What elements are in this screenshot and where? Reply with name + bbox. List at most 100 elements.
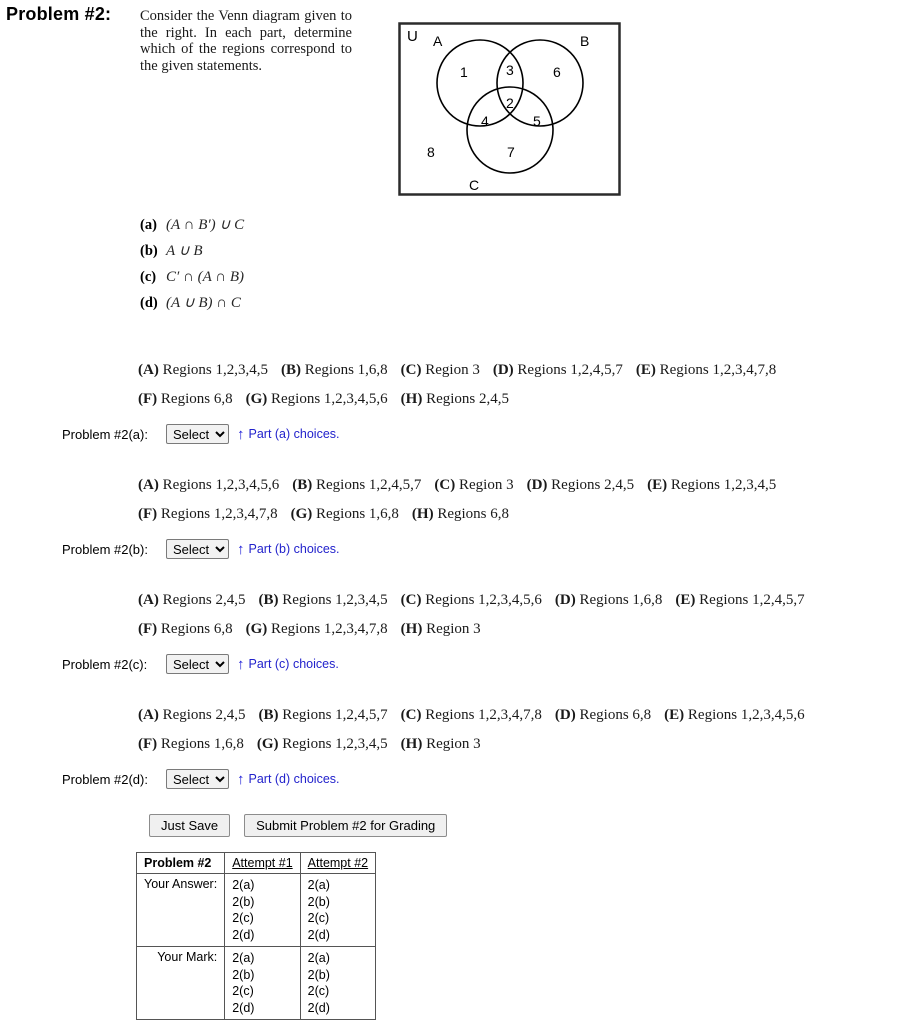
choice-text: Regions 2,4,5 bbox=[547, 477, 635, 493]
part-tag-d: (d) bbox=[140, 295, 158, 311]
choice-text: Regions 1,2,3,4,5,6 bbox=[684, 707, 805, 723]
choice-letter: (E) bbox=[664, 707, 685, 723]
up-arrow-icon: ↑ bbox=[237, 655, 245, 673]
choice-text: Regions 1,6,8 bbox=[575, 592, 663, 608]
choice-text: Regions 6,8 bbox=[433, 506, 510, 522]
answer-label-d: Problem #2(d): bbox=[62, 771, 148, 787]
choice-text: Regions 6,8 bbox=[157, 621, 233, 637]
choice-b-b: (B) Regions 1,2,4,5,7 bbox=[292, 477, 421, 493]
choice-text: Regions 1,2,3,4,7,8 bbox=[267, 621, 388, 637]
choice-text: Regions 2,4,5 bbox=[158, 707, 246, 723]
choice-b-c: (C) Region 3 bbox=[434, 477, 513, 493]
choice-text: Regions 1,2,3,4,5 bbox=[667, 477, 777, 493]
venn-set-c-label: C bbox=[469, 177, 480, 193]
choice-b-h: (H) Regions 6,8 bbox=[412, 506, 509, 522]
choice-text: Regions 1,2,3,4,5,6 bbox=[158, 477, 280, 493]
choice-d-d: (D) Regions 6,8 bbox=[555, 707, 651, 723]
choice-text: Regions 1,2,4,5,7 bbox=[513, 362, 623, 378]
choice-a-g: (G) Regions 1,2,3,4,5,6 bbox=[246, 391, 388, 407]
your-answer-attempt2-cell: 2(a) 2(b) 2(c) 2(d) bbox=[299, 873, 377, 947]
results-table-col-attempt2: Attempt #2 bbox=[299, 852, 377, 874]
answer-attempt2-item-2: 2(b) bbox=[307, 894, 330, 909]
part-choices-note-d: Part (d) choices. bbox=[248, 772, 340, 786]
part-expression-d: (A ∪ B) ∩ C bbox=[166, 295, 241, 311]
answer-attempt1-item-1: 2(a) bbox=[232, 878, 255, 892]
choice-text: Regions 1,2,3,4,5,6 bbox=[267, 391, 388, 407]
choice-letter: (B) bbox=[281, 362, 301, 378]
choice-d-a: (A) Regions 2,4,5 bbox=[138, 707, 246, 723]
choice-c-h: (H) Region 3 bbox=[401, 621, 481, 637]
choice-letter: (F) bbox=[138, 621, 158, 637]
answer-select-b[interactable]: SelectABCDEFGH bbox=[166, 539, 229, 559]
mark-attempt1-item-1: 2(a) bbox=[232, 951, 255, 965]
answer-attempt2-item-3: 2(c) bbox=[307, 911, 330, 925]
up-arrow-icon: ↑ bbox=[237, 770, 245, 788]
choice-text: Region 3 bbox=[455, 477, 514, 493]
choice-text: Regions 1,2,3,4,7,8 bbox=[157, 506, 278, 522]
answer-label-a: Problem #2(a): bbox=[62, 426, 148, 442]
choice-text: Region 3 bbox=[421, 362, 480, 378]
choice-letter: (D) bbox=[492, 362, 514, 378]
button-bar: Just Save Submit Problem #2 for Grading bbox=[149, 814, 448, 837]
venn-region-1: 1 bbox=[460, 64, 468, 80]
venn-universe-label: U bbox=[407, 28, 418, 45]
venn-region-6: 6 bbox=[553, 64, 561, 80]
choice-text: Regions 1,6,8 bbox=[157, 736, 244, 752]
venn-region-5: 5 bbox=[533, 113, 541, 129]
choice-b-f: (F) Regions 1,2,3,4,7,8 bbox=[138, 506, 278, 522]
choice-text: Region 3 bbox=[422, 736, 481, 752]
answer-label-c: Problem #2(c): bbox=[62, 656, 148, 672]
venn-set-b-label: B bbox=[580, 33, 590, 49]
choice-line-a-1: (A) Regions 1,2,3,4,5 (B) Regions 1,6,8 (C… bbox=[138, 356, 898, 385]
choice-a-d: (D) Regions 1,2,4,5,7 bbox=[493, 362, 623, 378]
choice-c-b: (B) Regions 1,2,3,4,5 bbox=[259, 592, 388, 608]
answer-select-c[interactable]: SelectABCDEFGH bbox=[166, 654, 229, 674]
choice-text: Regions 6,8 bbox=[575, 707, 652, 723]
choice-letter: (E) bbox=[635, 362, 656, 378]
choice-text: Regions 1,2,3,4,5 bbox=[278, 592, 388, 608]
choice-letter: (C) bbox=[400, 592, 422, 608]
venn-diagram: U A B C 1 2 3 4 5 6 7 8 bbox=[398, 22, 621, 196]
answer-row-a: Problem #2(a): SelectABCDEFGH ↑Part (a) ch… bbox=[62, 423, 340, 445]
choice-text: Regions 2,4,5 bbox=[158, 592, 246, 608]
attempt-2-header: Attempt #2 bbox=[307, 856, 369, 870]
choice-letter: (D) bbox=[554, 592, 576, 608]
choice-text: Regions 1,6,8 bbox=[301, 362, 388, 378]
choice-letter: (G) bbox=[245, 621, 268, 637]
attempt-1-header: Attempt #1 bbox=[232, 856, 293, 870]
choice-letter: (B) bbox=[292, 477, 313, 493]
venn-region-3: 3 bbox=[506, 62, 514, 78]
choice-letter: (D) bbox=[526, 477, 548, 493]
your-mark-attempt1-cell: 2(a) 2(b) 2(c) 2(d) bbox=[224, 946, 301, 1020]
choice-d-g: (G) Regions 1,2,3,4,5 bbox=[257, 736, 388, 752]
submit-for-grading-button[interactable]: Submit Problem #2 for Grading bbox=[244, 814, 448, 837]
mark-attempt1-item-2: 2(b) bbox=[232, 967, 255, 982]
choice-letter: (F) bbox=[138, 506, 158, 522]
choice-b-d: (D) Regions 2,4,5 bbox=[527, 477, 635, 493]
answer-row-b: Problem #2(b): SelectABCDEFGH ↑Part (b) ch… bbox=[62, 538, 340, 560]
choice-text: Regions 1,2,3,4,7,8 bbox=[421, 707, 542, 723]
just-save-button[interactable]: Just Save bbox=[149, 814, 231, 837]
choice-block-b: (A) Regions 1,2,3,4,5,6 (B) Regions 1,2,4… bbox=[138, 471, 898, 529]
choice-d-c: (C) Regions 1,2,3,4,7,8 bbox=[401, 707, 542, 723]
answer-attempt2-item-1: 2(a) bbox=[307, 878, 330, 892]
choice-letter: (C) bbox=[434, 477, 456, 493]
venn-region-2: 2 bbox=[506, 95, 514, 111]
answer-select-a[interactable]: SelectABCDEFGH bbox=[166, 424, 229, 444]
results-table: Problem #2 Attempt #1 Attempt #2 Your An… bbox=[135, 852, 377, 1020]
page-title: Problem #2: bbox=[6, 4, 112, 24]
choice-letter: (H) bbox=[400, 736, 423, 752]
choice-letter: (B) bbox=[258, 592, 279, 608]
choice-line-b-2: (F) Regions 1,2,3,4,7,8 (G) Regions 1,6,8… bbox=[138, 500, 898, 529]
choice-b-e: (E) Regions 1,2,3,4,5 bbox=[647, 477, 776, 493]
choice-text: Regions 1,2,3,4,5,6 bbox=[421, 592, 542, 608]
answer-select-d[interactable]: SelectABCDEFGH bbox=[166, 769, 229, 789]
choice-letter: (A) bbox=[138, 707, 159, 723]
choice-a-h: (H) Regions 2,4,5 bbox=[401, 391, 509, 407]
answer-label-b: Problem #2(b): bbox=[62, 541, 148, 557]
choice-text: Regions 1,2,3,4,5 bbox=[278, 736, 388, 752]
mark-attempt1-item-4: 2(d) bbox=[232, 1000, 255, 1015]
choice-c-g: (G) Regions 1,2,3,4,7,8 bbox=[246, 621, 388, 637]
choice-letter: (G) bbox=[256, 736, 279, 752]
choice-c-a: (A) Regions 2,4,5 bbox=[138, 592, 246, 608]
